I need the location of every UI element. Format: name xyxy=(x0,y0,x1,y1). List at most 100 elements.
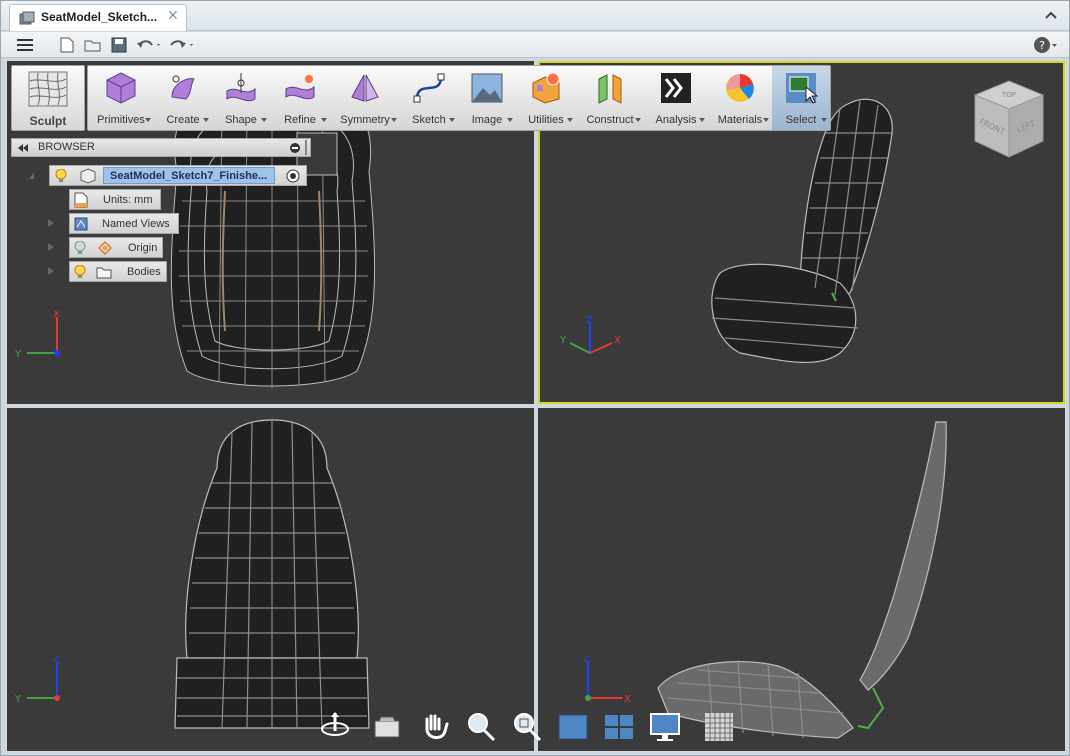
symmetry-label: Symmetry xyxy=(340,114,390,126)
construct-button[interactable]: Construct xyxy=(576,66,644,130)
look-at-icon[interactable] xyxy=(369,709,405,745)
orbit-icon[interactable] xyxy=(317,709,353,745)
menu-icon[interactable] xyxy=(15,36,35,54)
named-views-icon xyxy=(74,217,88,231)
document-tab[interactable]: SeatModel_Sketch... ✕ xyxy=(9,4,187,31)
axis-triad: Z Y xyxy=(15,656,60,705)
shape-icon xyxy=(226,73,256,102)
axis-x-label: X xyxy=(624,694,631,705)
component-icon xyxy=(80,168,96,184)
select-icon xyxy=(786,73,818,104)
document-title: SeatModel_Sketch... xyxy=(41,10,158,24)
open-icon[interactable] xyxy=(83,36,103,54)
named-views-expander[interactable] xyxy=(48,219,54,227)
help-icon[interactable]: ? xyxy=(1033,36,1059,54)
origin-icon xyxy=(98,241,112,255)
tab-bar: SeatModel_Sketch... ✕ xyxy=(1,1,1069,31)
chevron-up-icon[interactable] xyxy=(1043,7,1059,23)
browser-title: BROWSER xyxy=(38,141,95,153)
axis-z-label: Z xyxy=(53,656,60,665)
create-icon xyxy=(171,75,195,100)
sculpt-workspace-icon xyxy=(28,71,68,107)
pan-icon[interactable] xyxy=(417,709,453,745)
browser-root-row[interactable]: SeatModel_Sketch7_Finishe... xyxy=(49,165,307,186)
sketch-button[interactable]: Sketch xyxy=(400,66,458,130)
zoom-icon[interactable] xyxy=(463,709,499,745)
symmetry-button[interactable]: Symmetry xyxy=(330,66,400,130)
viewcube-top-label: TOP xyxy=(1001,91,1016,99)
origin-expander[interactable] xyxy=(48,243,54,251)
bodies-expander[interactable] xyxy=(48,267,54,275)
seat-front-wireframe xyxy=(174,419,370,729)
select-button[interactable]: Select xyxy=(772,66,830,130)
create-button[interactable]: Create xyxy=(154,66,212,130)
minimize-icon[interactable] xyxy=(290,143,300,153)
origin-label: Origin xyxy=(128,242,158,254)
axis-y-label: Y xyxy=(15,694,22,705)
axis-triad: Z X xyxy=(584,656,631,705)
zoom-window-icon[interactable] xyxy=(509,709,545,745)
viewports-icon[interactable] xyxy=(601,709,637,745)
utilities-icon xyxy=(532,72,560,104)
origin-row[interactable]: Origin xyxy=(69,237,163,258)
save-icon[interactable] xyxy=(109,36,129,54)
browser-header[interactable]: BROWSER xyxy=(11,138,311,157)
refine-icon xyxy=(285,75,315,100)
lightbulb-icon[interactable] xyxy=(74,265,86,279)
grid-icon[interactable] xyxy=(701,709,737,745)
root-component-label: SeatModel_Sketch7_Finishe... xyxy=(110,170,268,182)
workspace-label: Sculpt xyxy=(29,114,67,128)
workspace-switcher[interactable]: Sculpt xyxy=(11,65,85,131)
ribbon-groups: Primitives Create Shape Refine Symmetry … xyxy=(87,65,831,131)
units-label: Units: mm xyxy=(103,194,153,206)
axis-triad: Z Y X xyxy=(559,315,621,354)
document-icon xyxy=(19,11,35,25)
viewcube[interactable]: TOP FRONT LEFT xyxy=(971,77,1047,161)
units-document-icon xyxy=(74,192,88,208)
collapse-browser-icon[interactable] xyxy=(17,144,29,152)
units-row[interactable]: Units: mm xyxy=(69,189,161,210)
materials-button[interactable]: Materials xyxy=(708,66,772,130)
axis-triad: X Y xyxy=(15,311,60,360)
root-expander[interactable] xyxy=(29,172,34,179)
lightbulb-icon[interactable] xyxy=(55,169,67,183)
axis-x-label: X xyxy=(614,335,621,346)
symmetry-icon xyxy=(351,74,379,102)
activate-radio-icon[interactable] xyxy=(286,169,300,183)
svg-text:?: ? xyxy=(1039,39,1045,52)
analysis-icon xyxy=(661,73,691,103)
construct-label: Construct xyxy=(586,114,634,126)
utilities-button[interactable]: Utilities xyxy=(516,66,576,130)
bodies-label: Bodies xyxy=(127,266,161,278)
undo-icon[interactable] xyxy=(135,36,163,54)
redo-icon[interactable] xyxy=(167,36,197,54)
box-icon xyxy=(106,72,136,104)
app-window: SeatModel_Sketch... ✕ ? X Y TOP FRONT LE… xyxy=(0,0,1070,756)
viewport-side[interactable]: Z X xyxy=(538,408,1065,751)
primitives-button[interactable]: Primitives xyxy=(88,66,154,130)
new-icon[interactable] xyxy=(57,36,77,54)
image-button[interactable]: Image xyxy=(458,66,516,130)
named-views-row[interactable]: Named Views xyxy=(69,213,179,234)
named-views-label: Named Views xyxy=(102,218,170,230)
analysis-button[interactable]: Analysis xyxy=(644,66,708,130)
viewport-front[interactable]: Z Y xyxy=(7,408,534,751)
axis-y-label: Y xyxy=(15,349,22,360)
close-icon[interactable]: ✕ xyxy=(167,8,179,24)
axis-y-label: Y xyxy=(559,335,567,346)
construct-icon xyxy=(598,74,622,104)
bodies-row[interactable]: Bodies xyxy=(69,261,167,282)
folder-icon xyxy=(96,267,112,279)
axis-x-label: X xyxy=(53,311,60,320)
lightbulb-off-icon[interactable] xyxy=(74,241,86,255)
shape-button[interactable]: Shape xyxy=(212,66,270,130)
image-icon xyxy=(471,73,503,103)
environment-icon[interactable] xyxy=(647,709,683,745)
display-mode-icon[interactable] xyxy=(555,709,591,745)
quick-access-toolbar: ? xyxy=(1,32,1069,58)
browser-splitter[interactable] xyxy=(305,140,307,155)
materials-icon xyxy=(726,74,754,102)
sketch-curve-icon xyxy=(413,73,445,103)
axis-z-label: Z xyxy=(586,315,593,326)
refine-button[interactable]: Refine xyxy=(270,66,330,130)
